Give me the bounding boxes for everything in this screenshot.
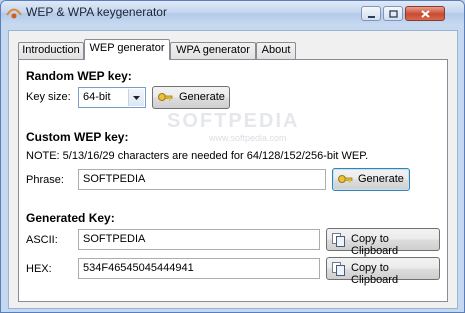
random-generate-button[interactable]: Generate (152, 86, 230, 109)
copy-icon (332, 233, 345, 247)
phrase-value: SOFTPEDIA (83, 173, 146, 185)
chevron-down-icon (128, 89, 144, 106)
app-window: WEP & WPA keygenerator Introduction WEP … (0, 0, 465, 313)
custom-wep-heading: Custom WEP key: (26, 130, 129, 144)
copy-ascii-button[interactable]: Copy to Clipboard (326, 228, 440, 257)
copy-hex-label: Copy to Clipboard (351, 262, 399, 286)
tab-wep-generator[interactable]: WEP generator (84, 39, 170, 60)
copy-ascii-label: Copy to Clipboard (351, 233, 399, 257)
custom-generate-label: Generate (358, 173, 404, 185)
close-icon (421, 10, 430, 18)
watermark-url: www.softpedia.com (209, 133, 287, 143)
wep-generator-panel: SOFTPEDIA www.softpedia.com Random WEP k… (18, 59, 448, 302)
tab-about[interactable]: About (256, 42, 296, 59)
window-title: WEP & WPA keygenerator (26, 5, 167, 19)
maximize-icon (389, 10, 398, 18)
maximize-button[interactable] (383, 6, 403, 21)
key-size-value: 64-bit (83, 91, 111, 103)
hex-output[interactable]: 534F46545045444941 (78, 258, 320, 279)
hex-label: HEX: (26, 263, 52, 275)
minimize-button[interactable] (361, 6, 381, 21)
random-generate-label: Generate (179, 91, 225, 103)
key-size-label: Key size: (26, 91, 71, 103)
copy-hex-button[interactable]: Copy to Clipboard (326, 257, 440, 286)
key-icon (158, 93, 173, 101)
client-area: Introduction WEP generator WPA generator… (8, 30, 458, 309)
ascii-label: ASCII: (26, 234, 58, 246)
copy-icon (332, 262, 345, 276)
ascii-output[interactable]: SOFTPEDIA (78, 229, 320, 250)
phrase-input[interactable]: SOFTPEDIA (78, 169, 326, 190)
hex-value: 534F46545045444941 (83, 262, 194, 274)
custom-generate-button[interactable]: Generate (332, 168, 410, 191)
app-icon (6, 8, 22, 19)
close-button[interactable] (405, 6, 445, 21)
minimize-icon (368, 16, 375, 18)
key-size-select[interactable]: 64-bit (78, 87, 146, 108)
generated-key-heading: Generated Key: (26, 211, 115, 225)
random-wep-heading: Random WEP key: (26, 69, 132, 83)
custom-note: NOTE: 5/13/16/29 characters are needed f… (26, 150, 369, 162)
watermark: SOFTPEDIA (167, 110, 300, 132)
tab-introduction[interactable]: Introduction (18, 42, 84, 59)
title-bar[interactable]: WEP & WPA keygenerator (1, 1, 464, 25)
key-icon (338, 175, 353, 183)
phrase-label: Phrase: (26, 174, 64, 186)
tab-wpa-generator[interactable]: WPA generator (170, 42, 256, 59)
ascii-value: SOFTPEDIA (83, 233, 146, 245)
